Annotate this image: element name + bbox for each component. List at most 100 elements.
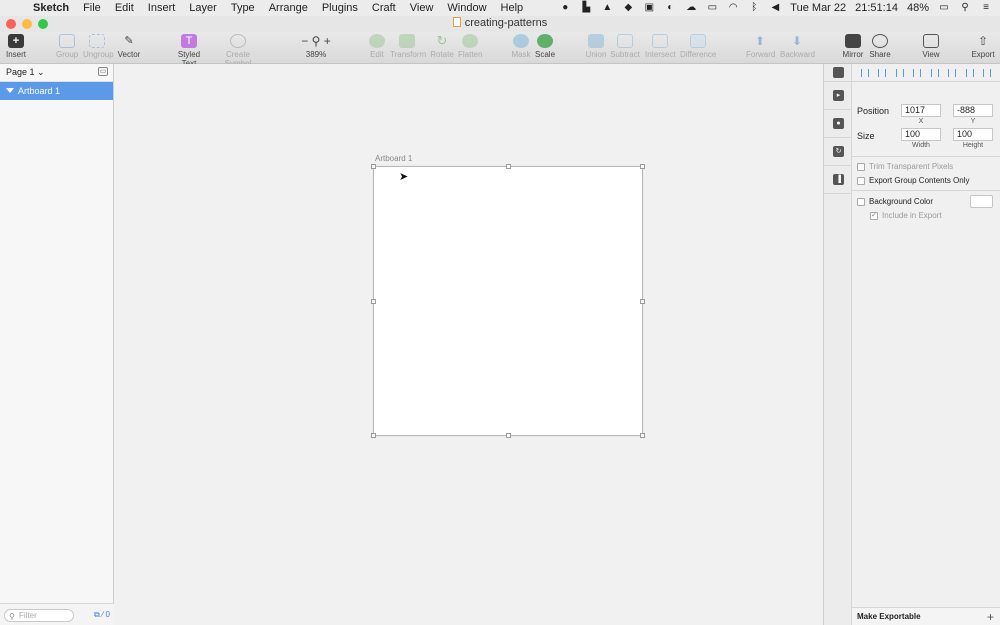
tab-style[interactable] bbox=[824, 64, 853, 82]
forward-button[interactable]: ⬆ Forward bbox=[746, 34, 775, 59]
view-button[interactable]: View bbox=[920, 34, 942, 59]
share-button[interactable]: Share bbox=[869, 34, 891, 59]
distribute-horizontal-icon[interactable] bbox=[860, 68, 869, 77]
symbols-filter-icon[interactable]: ⧉ bbox=[94, 610, 100, 619]
craft-icon[interactable]: ◐ bbox=[664, 3, 676, 13]
resize-handle-top[interactable] bbox=[506, 164, 511, 169]
export-button[interactable]: ⇧ Export bbox=[971, 34, 995, 59]
layer-row-artboard[interactable]: Artboard 1 bbox=[0, 82, 113, 100]
resize-handle-left[interactable] bbox=[371, 299, 376, 304]
menu-arrange[interactable]: Arrange bbox=[262, 2, 315, 14]
menu-app-sketch[interactable]: Sketch bbox=[26, 2, 76, 14]
notification-center-icon[interactable]: ≡ bbox=[980, 3, 992, 13]
menu-insert[interactable]: Insert bbox=[141, 2, 183, 14]
align-center-icon[interactable] bbox=[913, 68, 922, 77]
menu-plugins[interactable]: Plugins bbox=[315, 2, 365, 14]
add-page-icon[interactable]: ▭ bbox=[98, 67, 108, 76]
dropbox-icon[interactable]: ◆ bbox=[622, 3, 634, 13]
menubar-time[interactable]: 21:51:14 bbox=[855, 2, 898, 14]
page-selector[interactable]: Page 1 ⌄ ▭ bbox=[0, 64, 113, 82]
align-right-icon[interactable] bbox=[930, 68, 939, 77]
styled-text-button[interactable]: T Styled Text bbox=[170, 34, 208, 68]
position-x-field[interactable]: 1017 bbox=[901, 104, 941, 117]
menu-window[interactable]: Window bbox=[440, 2, 493, 14]
battery-percent[interactable]: 48% bbox=[907, 2, 929, 14]
drive-icon[interactable]: ▲ bbox=[601, 3, 613, 13]
slices-filter-icon[interactable]: ⁄ bbox=[102, 610, 103, 619]
rotate-button[interactable]: ↻ Rotate bbox=[430, 34, 454, 60]
menu-help[interactable]: Help bbox=[494, 2, 531, 14]
height-field[interactable]: 100 bbox=[953, 128, 993, 141]
artboard-title[interactable]: Artboard 1 bbox=[375, 154, 412, 163]
union-button[interactable]: Union bbox=[585, 34, 607, 59]
flatten-button[interactable]: Flatten bbox=[458, 34, 482, 59]
resize-handle-right[interactable] bbox=[640, 299, 645, 304]
align-left-icon[interactable] bbox=[895, 68, 904, 77]
menu-edit[interactable]: Edit bbox=[108, 2, 141, 14]
spotlight-search-icon[interactable]: ⚲ bbox=[959, 3, 971, 13]
background-color-row[interactable]: Background Color bbox=[857, 197, 933, 206]
menubar-date[interactable]: Tue Mar 22 bbox=[790, 2, 846, 14]
menu-type[interactable]: Type bbox=[224, 2, 262, 14]
trim-transparent-checkbox[interactable] bbox=[857, 162, 865, 171]
group-button[interactable]: Group bbox=[56, 34, 78, 59]
filter-input[interactable]: ⚲ Filter bbox=[4, 609, 74, 622]
artboard[interactable] bbox=[371, 164, 645, 438]
add-export-button[interactable]: + bbox=[987, 610, 994, 624]
airplay-icon[interactable]: ▭ bbox=[706, 3, 718, 13]
ungroup-button[interactable]: Ungroup bbox=[83, 34, 114, 59]
resize-handle-top-right[interactable] bbox=[640, 164, 645, 169]
zoom-out-button[interactable]: − bbox=[301, 34, 308, 48]
bluetooth-icon[interactable]: ᛒ bbox=[748, 3, 760, 13]
edit-button[interactable]: Edit bbox=[368, 34, 386, 59]
width-field[interactable]: 100 bbox=[901, 128, 941, 141]
scale-button[interactable]: Scale bbox=[535, 34, 555, 59]
include-in-export-checkbox[interactable]: ✓ bbox=[870, 211, 878, 220]
include-in-export-row[interactable]: ✓ Include in Export bbox=[870, 211, 942, 220]
menu-view[interactable]: View bbox=[403, 2, 441, 14]
export-group-contents-checkbox[interactable] bbox=[857, 176, 865, 185]
cloud-icon[interactable]: ☁ bbox=[685, 3, 697, 13]
layout-icon[interactable]: ▙ bbox=[580, 3, 592, 13]
background-color-swatch[interactable] bbox=[970, 195, 993, 208]
tab-sync[interactable]: ↻ bbox=[824, 138, 853, 166]
slice-count: 0 bbox=[105, 610, 110, 619]
export-group-contents-row[interactable]: Export Group Contents Only bbox=[857, 176, 970, 185]
difference-button[interactable]: Difference bbox=[680, 34, 716, 59]
distribute-vertical-icon[interactable] bbox=[878, 68, 887, 77]
subtract-button[interactable]: Subtract bbox=[610, 34, 640, 59]
make-exportable-bar[interactable]: Make Exportable + bbox=[852, 607, 1000, 625]
intersect-button[interactable]: Intersect bbox=[645, 34, 676, 59]
align-top-icon[interactable] bbox=[948, 68, 957, 77]
transform-button[interactable]: Transform bbox=[390, 34, 426, 59]
resize-handle-bottom-left[interactable] bbox=[371, 433, 376, 438]
record-icon[interactable]: ● bbox=[559, 3, 571, 13]
resize-handle-bottom-right[interactable] bbox=[640, 433, 645, 438]
canvas[interactable]: Artboard 1 ➤ bbox=[115, 64, 823, 625]
tab-profile[interactable]: ● bbox=[824, 110, 853, 138]
zoom-in-button[interactable]: + bbox=[324, 34, 331, 48]
vector-button[interactable]: ✎ Vector bbox=[117, 34, 141, 59]
menu-file[interactable]: File bbox=[76, 2, 108, 14]
create-symbol-button[interactable]: Create Symbol bbox=[213, 34, 263, 68]
wifi-icon[interactable]: ◠ bbox=[727, 3, 739, 13]
insert-button[interactable]: + Insert bbox=[5, 34, 27, 59]
mask-button[interactable]: Mask bbox=[511, 34, 531, 59]
menu-layer[interactable]: Layer bbox=[182, 2, 224, 14]
trim-transparent-row[interactable]: Trim Transparent Pixels bbox=[857, 162, 953, 171]
menu-craft[interactable]: Craft bbox=[365, 2, 403, 14]
resize-handle-bottom[interactable] bbox=[506, 433, 511, 438]
disclosure-triangle-icon[interactable] bbox=[6, 88, 14, 93]
volume-icon[interactable]: ◀ bbox=[769, 3, 781, 13]
resize-handle-top-left[interactable] bbox=[371, 164, 376, 169]
battery-icon[interactable]: ▭ bbox=[938, 3, 950, 13]
tab-layout[interactable]: ▐ bbox=[824, 166, 853, 194]
align-bottom-icon[interactable] bbox=[983, 68, 992, 77]
screen-icon[interactable]: ▣ bbox=[643, 3, 655, 13]
mirror-button[interactable]: Mirror bbox=[842, 34, 864, 59]
backward-button[interactable]: ⬇ Backward bbox=[780, 34, 815, 59]
tab-prototype[interactable]: ▸ bbox=[824, 82, 853, 110]
align-middle-icon[interactable] bbox=[965, 68, 974, 77]
background-color-checkbox[interactable] bbox=[857, 197, 865, 206]
position-y-field[interactable]: -888 bbox=[953, 104, 993, 117]
